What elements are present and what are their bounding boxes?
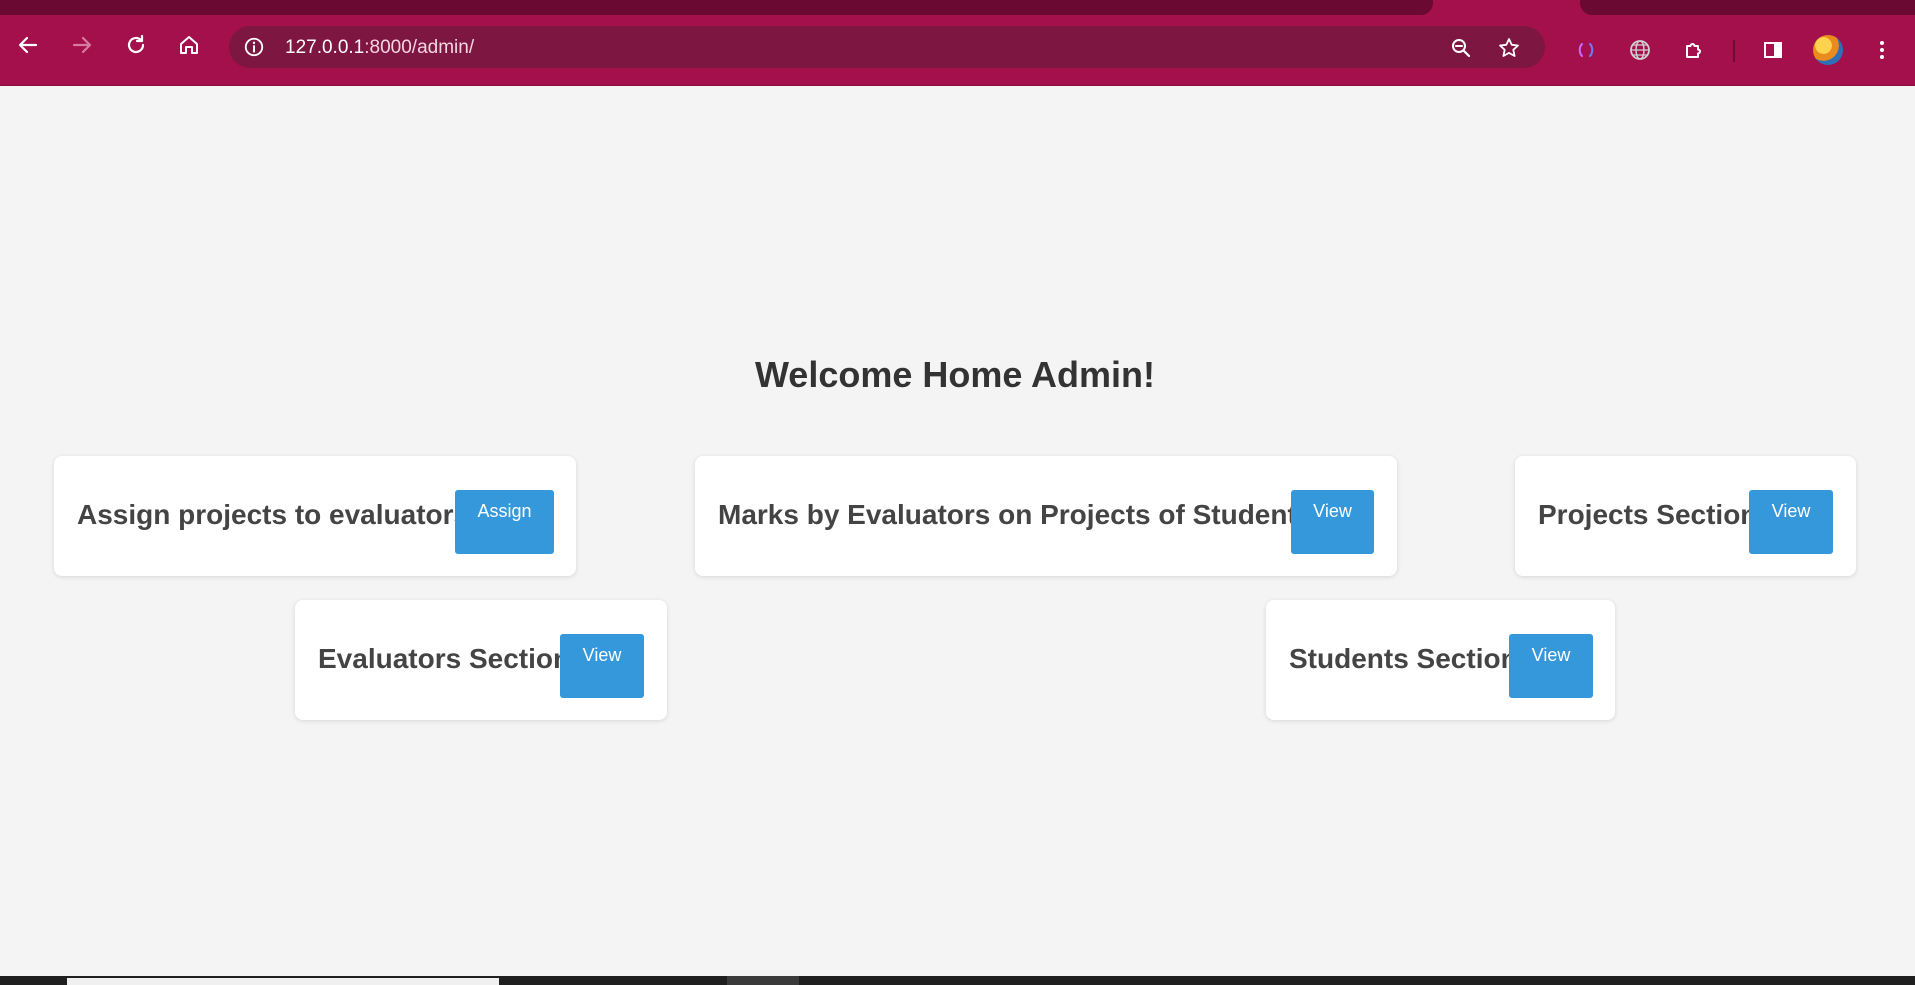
globe-icon bbox=[1630, 40, 1650, 60]
tab-strip bbox=[0, 0, 1915, 18]
arrow-left-icon bbox=[18, 36, 38, 54]
home-button[interactable] bbox=[176, 32, 202, 58]
card-marks-by-evaluators: Marks by Evaluators on Projects of Stude… bbox=[695, 456, 1397, 576]
page-content: Welcome Home Admin! Assign projects to e… bbox=[0, 86, 1915, 976]
card-projects-section: Projects Section View bbox=[1515, 456, 1856, 576]
kebab-menu-icon bbox=[1880, 41, 1884, 59]
toolbar-divider bbox=[1733, 40, 1735, 62]
extensions-button[interactable] bbox=[1681, 37, 1707, 63]
side-panel-button[interactable] bbox=[1760, 37, 1786, 63]
page-title: Welcome Home Admin! bbox=[754, 354, 1156, 395]
puzzle-icon bbox=[1686, 43, 1701, 58]
card-title: Evaluators Section bbox=[318, 643, 571, 674]
bracket-extension-button[interactable] bbox=[1573, 37, 1599, 63]
reload-icon bbox=[127, 34, 145, 54]
globe-extension-button[interactable] bbox=[1627, 37, 1653, 63]
card-evaluators-section: Evaluators Section View bbox=[295, 600, 667, 720]
address-bar[interactable]: 127.0.0.1:8000/admin/ bbox=[229, 26, 1545, 68]
taskbar-window-preview[interactable] bbox=[67, 978, 499, 985]
url-path: :8000/admin/ bbox=[364, 37, 475, 58]
tab[interactable] bbox=[0, 0, 1433, 15]
side-panel-icon bbox=[1764, 42, 1782, 58]
home-icon bbox=[180, 36, 198, 54]
card-title: Projects Section bbox=[1538, 499, 1758, 530]
view-projects-button[interactable]: View bbox=[1749, 490, 1833, 554]
assign-button[interactable]: Assign bbox=[455, 490, 554, 554]
card-title: Students Section bbox=[1289, 643, 1518, 674]
reload-button[interactable] bbox=[123, 32, 149, 58]
arrow-right-icon bbox=[72, 36, 92, 54]
card-assign-projects: Assign projects to evaluators Assign bbox=[54, 456, 576, 576]
card-students-section: Students Section View bbox=[1266, 600, 1615, 720]
info-icon[interactable] bbox=[243, 36, 265, 58]
zoom-out-icon[interactable] bbox=[1449, 36, 1473, 60]
forward-button[interactable] bbox=[69, 32, 95, 58]
view-students-button[interactable]: View bbox=[1509, 634, 1593, 698]
card-title: Assign projects to evaluators bbox=[77, 499, 470, 530]
taskbar bbox=[0, 976, 1915, 985]
avatar[interactable] bbox=[1813, 35, 1843, 65]
bracket-extension-icon bbox=[1578, 43, 1594, 57]
browser-menu-button[interactable] bbox=[1869, 37, 1895, 63]
tab[interactable] bbox=[1580, 0, 1915, 15]
view-marks-button[interactable]: View bbox=[1291, 490, 1374, 554]
browser-toolbar: 127.0.0.1:8000/admin/ bbox=[0, 18, 1915, 86]
url-host: 127.0.0.1 bbox=[285, 37, 365, 58]
url-text[interactable]: 127.0.0.1:8000/admin/ bbox=[285, 37, 474, 59]
back-button[interactable] bbox=[15, 32, 41, 58]
view-evaluators-button[interactable]: View bbox=[560, 634, 644, 698]
card-title: Marks by Evaluators on Projects of Stude… bbox=[718, 499, 1313, 530]
taskbar-active-item[interactable] bbox=[727, 976, 799, 985]
star-icon[interactable] bbox=[1497, 36, 1521, 60]
